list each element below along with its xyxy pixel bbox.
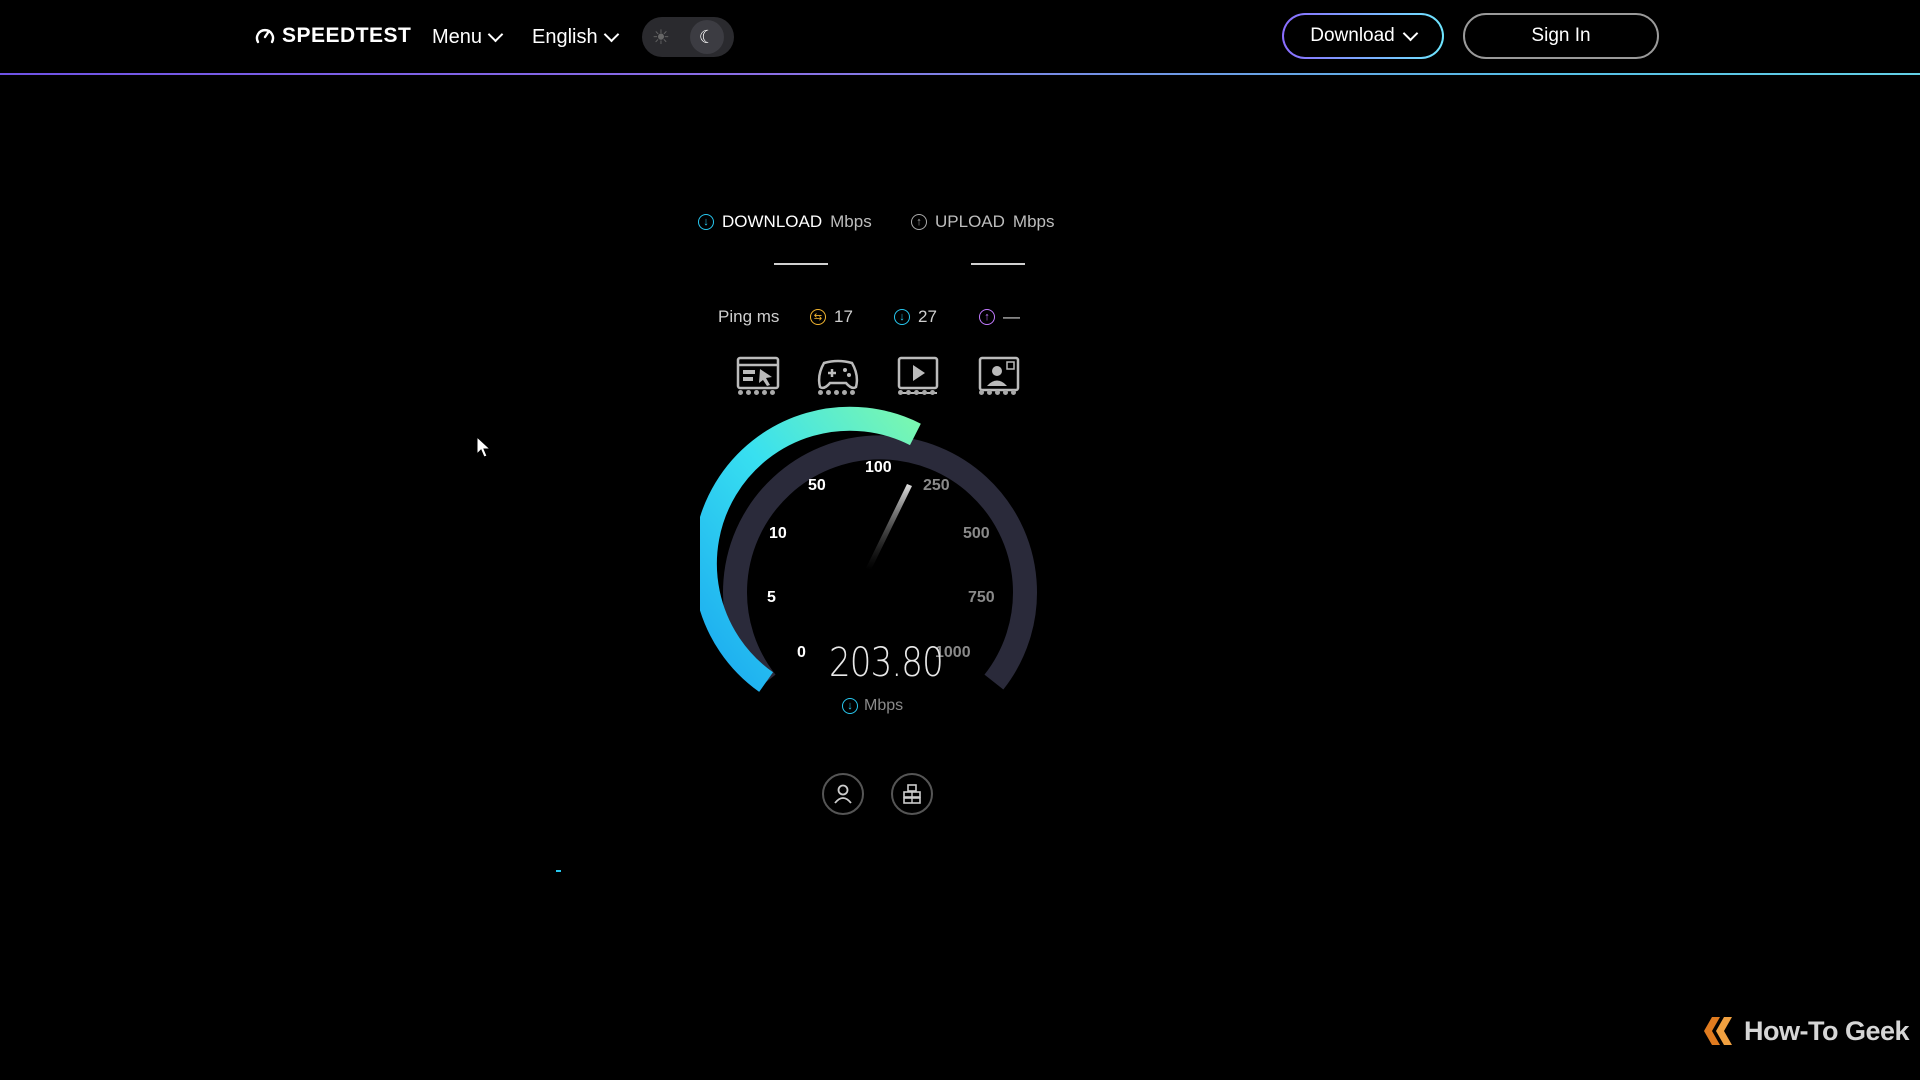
gaming-rating	[818, 390, 855, 395]
gauge-label-100: 100	[865, 459, 892, 476]
upload-value-placeholder	[971, 263, 1025, 265]
ping-row: Ping ms	[718, 307, 779, 327]
download-arrow-icon: ↓	[842, 698, 858, 714]
upload-label: UPLOAD	[935, 212, 1005, 231]
video-streaming-rating	[898, 390, 935, 395]
download-app-button[interactable]: Download	[1282, 13, 1444, 59]
download-latency-icon: ↓	[894, 309, 910, 325]
decorative-tick	[556, 870, 561, 872]
speedtest-logo[interactable]: SPEEDTEST	[254, 24, 411, 48]
theme-toggle[interactable]: ☀ ☾	[642, 17, 734, 57]
ping-upload-value: —	[1003, 307, 1020, 326]
download-metric: ↓ DOWNLOAD Mbps	[698, 212, 872, 232]
ping-download: ↓ 27	[894, 307, 937, 327]
gauge-needle	[866, 484, 912, 570]
header-gradient-divider	[0, 73, 1920, 75]
mouse-cursor-icon	[476, 436, 492, 458]
download-value-placeholder	[774, 263, 828, 265]
server-icon	[903, 784, 921, 804]
download-unit: Mbps	[830, 212, 872, 231]
gauge-label-250: 250	[923, 477, 950, 494]
ping-idle: ⇆ 17	[810, 307, 853, 327]
menu-dropdown[interactable]: Menu	[432, 26, 504, 49]
gauge-label-0: 0	[797, 644, 806, 661]
top-navigation-bar: SPEEDTEST Menu English ☀ ☾ Download Sign…	[0, 0, 1920, 74]
speed-value: 203.80	[829, 640, 944, 686]
ping-label: Ping ms	[718, 307, 780, 326]
download-label: DOWNLOAD	[722, 212, 823, 231]
upload-metric: ↑ UPLOAD Mbps	[911, 212, 1055, 232]
how-to-geek-watermark: How-To Geek	[1700, 1014, 1910, 1048]
menu-label: Menu	[432, 26, 483, 48]
chevron-down-icon	[1402, 25, 1419, 41]
ping-download-value: 27	[918, 307, 937, 326]
upload-latency-icon: ↑	[979, 309, 995, 325]
gauge-label-5: 5	[767, 589, 776, 606]
watermark-text: How-To Geek	[1744, 1015, 1910, 1046]
sun-icon[interactable]: ☀	[652, 25, 670, 50]
video-call-rating	[979, 390, 1016, 395]
chevron-down-icon	[487, 26, 504, 43]
how-to-geek-logo-icon	[1704, 1017, 1732, 1045]
brand-name: SPEEDTEST	[282, 24, 412, 47]
sign-in-label: Sign In	[1531, 25, 1591, 46]
gauge-label-500: 500	[963, 525, 990, 542]
speedometer-logo-icon	[255, 29, 275, 44]
user-provider-button[interactable]	[822, 773, 864, 815]
ping-upload: ↑ —	[979, 307, 1020, 327]
gauge-label-10: 10	[769, 525, 787, 542]
gauge-label-50: 50	[808, 477, 826, 494]
sign-in-button[interactable]: Sign In	[1463, 13, 1659, 59]
idle-latency-icon: ⇆	[810, 309, 826, 325]
upload-unit: Mbps	[1012, 212, 1055, 231]
speed-unit: ↓ Mbps	[842, 697, 903, 715]
moon-icon[interactable]: ☾	[689, 20, 724, 54]
speed-unit-label: Mbps	[864, 697, 904, 714]
user-icon	[834, 784, 852, 804]
chevron-down-icon	[603, 26, 619, 43]
download-arrow-icon: ↓	[698, 214, 714, 230]
language-dropdown[interactable]: English	[532, 26, 619, 49]
language-label: English	[532, 26, 598, 48]
ping-idle-value: 17	[834, 307, 853, 326]
web-browsing-rating	[738, 390, 775, 395]
upload-arrow-icon: ↑	[911, 214, 927, 230]
gauge-label-750: 750	[968, 589, 995, 606]
download-button-label: Download	[1310, 25, 1395, 46]
server-button[interactable]	[891, 773, 933, 815]
